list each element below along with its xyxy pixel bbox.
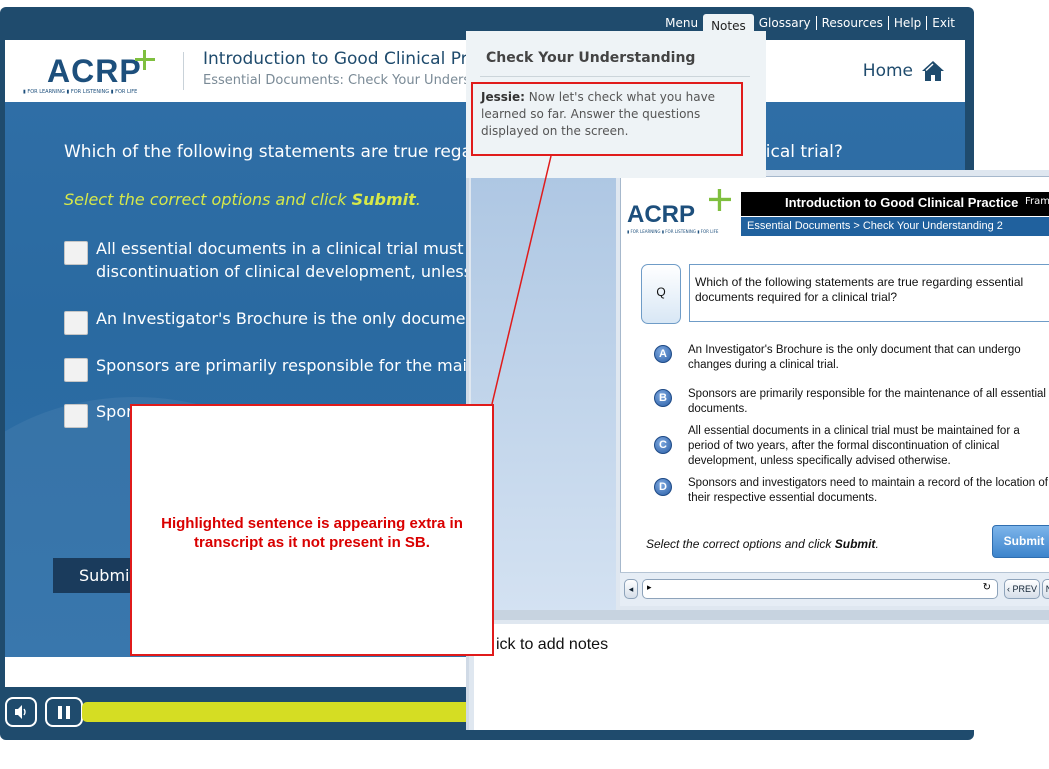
review-callout: Highlighted sentence is appearing extra …	[130, 404, 494, 656]
callout-text: Highlighted sentence is appearing extra …	[161, 515, 463, 551]
prev-button[interactable]: ‹ PREV	[1004, 579, 1040, 599]
pause-icon	[58, 706, 62, 719]
instruction-text: Select the correct options and click Sub…	[64, 190, 421, 209]
storyboard-question: Which of the following statements are tr…	[689, 264, 1049, 322]
question-badge: Q	[641, 264, 681, 324]
option-checkbox[interactable]	[64, 311, 88, 335]
question-text-end: nical trial?	[755, 142, 843, 162]
header-divider	[183, 52, 184, 90]
option-checkbox[interactable]	[64, 358, 88, 382]
option-4[interactable]: Spor	[64, 400, 133, 428]
resources-link[interactable]: Resources	[815, 16, 888, 30]
next-button[interactable]: N	[1042, 579, 1049, 599]
option-2[interactable]: An Investigator's Brochure is the only d…	[64, 307, 482, 335]
speaker-icon	[15, 705, 26, 719]
course-title: Introduction to Good Clinical Pract	[203, 49, 495, 69]
storyboard-title: Introduction to Good Clinical Practice	[741, 192, 1049, 216]
home-icon	[922, 61, 944, 81]
play-icon: ▸	[647, 583, 652, 593]
volume-button[interactable]	[5, 697, 37, 727]
option-3[interactable]: Sponsors are primarily responsible for t…	[64, 354, 483, 382]
logo-plus-icon	[709, 189, 731, 211]
help-link[interactable]: Help	[887, 16, 926, 30]
notes-input-area[interactable]: ick to add notes	[474, 624, 1049, 730]
storyboard-screenshot: ACRP ▮ FOR LEARNING ▮ FOR LISTENING ▮ FO…	[466, 170, 1049, 730]
storyboard-breadcrumb: Essential Documents > Check Your Underst…	[741, 217, 1049, 236]
frame-label: Frame	[1025, 196, 1049, 207]
storyboard-seek-bar[interactable]: ▸ ↻	[642, 579, 998, 599]
exit-link[interactable]: Exit	[926, 16, 960, 30]
answer-d[interactable]: D Sponsors and investigators need to mai…	[654, 476, 1048, 506]
home-button[interactable]: Home	[863, 60, 945, 82]
menu-link[interactable]: Menu	[660, 16, 703, 30]
storyboard-logo: ACRP ▮ FOR LEARNING ▮ FOR LISTENING ▮ FO…	[627, 201, 719, 234]
acrp-logo: ACRP ▮ FOR LEARNING ▮ FOR LISTENING ▮ FO…	[23, 48, 173, 98]
logo-plus-icon	[135, 50, 155, 70]
storyboard-submit-button[interactable]: Submit	[992, 525, 1049, 558]
notes-divider-line	[480, 76, 750, 77]
option-checkbox[interactable]	[64, 404, 88, 428]
glossary-link[interactable]: Glossary	[754, 16, 816, 30]
storyboard-volume-icon[interactable]: ◂	[624, 579, 638, 599]
answer-b[interactable]: B Sponsors are primarily responsible for…	[654, 387, 1048, 417]
notes-highlighted-text: Jessie: Now let's check what you have le…	[471, 82, 743, 156]
notes-heading: Check Your Understanding	[486, 50, 696, 66]
option-1[interactable]: All essential documents in a clinical tr…	[64, 237, 489, 283]
notes-placeholder: ick to add notes	[496, 636, 609, 653]
option-checkbox[interactable]	[64, 241, 88, 265]
storyboard-slide: ACRP ▮ FOR LEARNING ▮ FOR LISTENING ▮ FO…	[620, 176, 1049, 606]
answer-a[interactable]: A An Investigator's Brochure is the only…	[654, 343, 1048, 373]
notes-divider	[469, 610, 1049, 620]
course-subtitle: Essential Documents: Check Your Unders	[203, 73, 471, 88]
replay-icon: ↻	[982, 582, 991, 593]
question-text: Which of the following statements are tr…	[64, 142, 516, 162]
storyboard-controls: ◂ ▸ ↻ ‹ PREV N	[620, 572, 1049, 606]
notes-panel: Check Your Understanding Jessie: Now let…	[466, 31, 766, 178]
home-label: Home	[862, 61, 913, 81]
seek-bar[interactable]	[82, 702, 482, 722]
storyboard-instruction: Select the correct options and click Sub…	[646, 537, 879, 551]
pause-button[interactable]	[45, 697, 83, 727]
answer-c[interactable]: C All essential documents in a clinical …	[654, 424, 1048, 469]
